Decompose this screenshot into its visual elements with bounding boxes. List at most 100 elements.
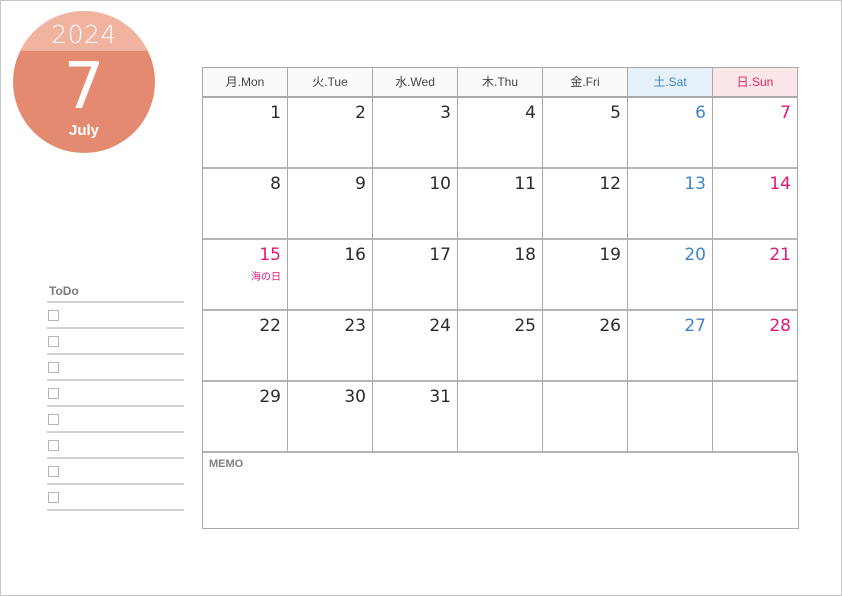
week-row: 22 23 24 25 26 27 28 <box>203 311 799 382</box>
todo-title: ToDo <box>49 284 79 298</box>
week-row: 8 9 10 11 12 13 14 <box>203 169 799 240</box>
day-number: 4 <box>525 103 536 123</box>
day-cell[interactable]: 22 <box>203 311 288 382</box>
todo-checkbox[interactable] <box>48 388 59 399</box>
day-cell[interactable]: 4 <box>458 98 543 169</box>
day-cell[interactable]: 30 <box>288 382 373 453</box>
week-row: 15 海の日 16 17 18 19 20 21 <box>203 240 799 311</box>
todo-checkbox[interactable] <box>48 310 59 321</box>
todo-item <box>47 381 184 407</box>
day-cell[interactable]: 18 <box>458 240 543 311</box>
day-cell[interactable]: 14 <box>713 169 798 240</box>
day-number: 15 <box>259 245 281 265</box>
todo-checkbox[interactable] <box>48 466 59 477</box>
day-cell[interactable]: 13 <box>628 169 713 240</box>
day-number: 18 <box>514 245 536 265</box>
day-number: 29 <box>259 387 281 407</box>
todo-item <box>47 303 184 329</box>
day-number: 24 <box>429 316 451 336</box>
weekday-header: 水.Wed <box>373 68 458 98</box>
day-number: 10 <box>429 174 451 194</box>
month-badge: 2024 7 July <box>13 11 155 153</box>
day-cell[interactable]: 6 <box>628 98 713 169</box>
year-label: 2024 <box>51 20 117 49</box>
day-cell[interactable]: 31 <box>373 382 458 453</box>
weekday-header: 月.Mon <box>203 68 288 98</box>
day-number: 16 <box>344 245 366 265</box>
empty-day-cell <box>543 382 628 453</box>
day-number: 8 <box>270 174 281 194</box>
day-cell[interactable]: 29 <box>203 382 288 453</box>
day-cell[interactable]: 7 <box>713 98 798 169</box>
holiday-label: 海の日 <box>251 272 281 283</box>
day-number: 20 <box>684 245 706 265</box>
day-cell[interactable]: 8 <box>203 169 288 240</box>
empty-day-cell <box>713 382 798 453</box>
day-number: 3 <box>440 103 451 123</box>
day-number: 7 <box>780 103 791 123</box>
day-number: 23 <box>344 316 366 336</box>
day-cell[interactable]: 24 <box>373 311 458 382</box>
day-cell[interactable]: 25 <box>458 311 543 382</box>
week-row: 29 30 31 <box>203 382 799 453</box>
todo-item <box>47 433 184 459</box>
day-number: 28 <box>769 316 791 336</box>
todo-item <box>47 407 184 433</box>
calendar-grid: 月.Mon 火.Tue 水.Wed 木.Thu 金.Fri 土.Sat 日.Sun 1234… <box>202 67 799 529</box>
day-cell[interactable]: 23 <box>288 311 373 382</box>
todo-checkbox[interactable] <box>48 492 59 503</box>
weekday-header-row: 月.Mon 火.Tue 水.Wed 木.Thu 金.Fri 土.Sat 日.Sun <box>203 68 799 98</box>
day-number: 19 <box>599 245 621 265</box>
day-number: 14 <box>769 174 791 194</box>
memo-area[interactable]: MEMO <box>203 453 799 529</box>
day-number: 21 <box>769 245 791 265</box>
day-number: 6 <box>695 103 706 123</box>
todo-checkbox[interactable] <box>48 414 59 425</box>
day-number: 26 <box>599 316 621 336</box>
day-number: 11 <box>514 174 536 194</box>
day-cell[interactable]: 2 <box>288 98 373 169</box>
day-number: 22 <box>259 316 281 336</box>
todo-item <box>47 355 184 381</box>
month-name: July <box>68 122 99 139</box>
day-number: 9 <box>355 174 366 194</box>
day-number: 2 <box>355 103 366 123</box>
day-cell[interactable]: 20 <box>628 240 713 311</box>
todo-checkbox[interactable] <box>48 362 59 373</box>
day-cell[interactable]: 16 <box>288 240 373 311</box>
day-number: 30 <box>344 387 366 407</box>
day-number: 12 <box>599 174 621 194</box>
todo-item <box>47 329 184 355</box>
day-cell[interactable]: 28 <box>713 311 798 382</box>
day-cell[interactable]: 17 <box>373 240 458 311</box>
day-number: 5 <box>610 103 621 123</box>
empty-day-cell <box>628 382 713 453</box>
weekday-header: 木.Thu <box>458 68 543 98</box>
day-cell[interactable]: 10 <box>373 169 458 240</box>
day-cell[interactable]: 12 <box>543 169 628 240</box>
day-cell[interactable]: 5 <box>543 98 628 169</box>
day-cell[interactable]: 19 <box>543 240 628 311</box>
day-number: 27 <box>684 316 706 336</box>
todo-rule <box>47 509 184 511</box>
todo-checkbox[interactable] <box>48 336 59 347</box>
weekday-header: 火.Tue <box>288 68 373 98</box>
todo-checkbox[interactable] <box>48 440 59 451</box>
day-cell[interactable]: 3 <box>373 98 458 169</box>
day-number: 25 <box>514 316 536 336</box>
day-cell[interactable]: 26 <box>543 311 628 382</box>
day-cell[interactable]: 27 <box>628 311 713 382</box>
day-cell[interactable]: 15 海の日 <box>203 240 288 311</box>
day-cell[interactable]: 21 <box>713 240 798 311</box>
day-cell[interactable]: 11 <box>458 169 543 240</box>
day-number: 13 <box>684 174 706 194</box>
day-cell[interactable]: 9 <box>288 169 373 240</box>
weekday-header: 日.Sun <box>713 68 798 98</box>
day-number: 31 <box>429 387 451 407</box>
day-cell[interactable]: 1 <box>203 98 288 169</box>
memo-label: MEMO <box>209 458 244 470</box>
day-number: 1 <box>270 103 281 123</box>
todo-list: ToDo <box>47 283 184 511</box>
day-number: 17 <box>429 245 451 265</box>
week-row: 1 2 3 4 5 6 7 <box>203 98 799 169</box>
